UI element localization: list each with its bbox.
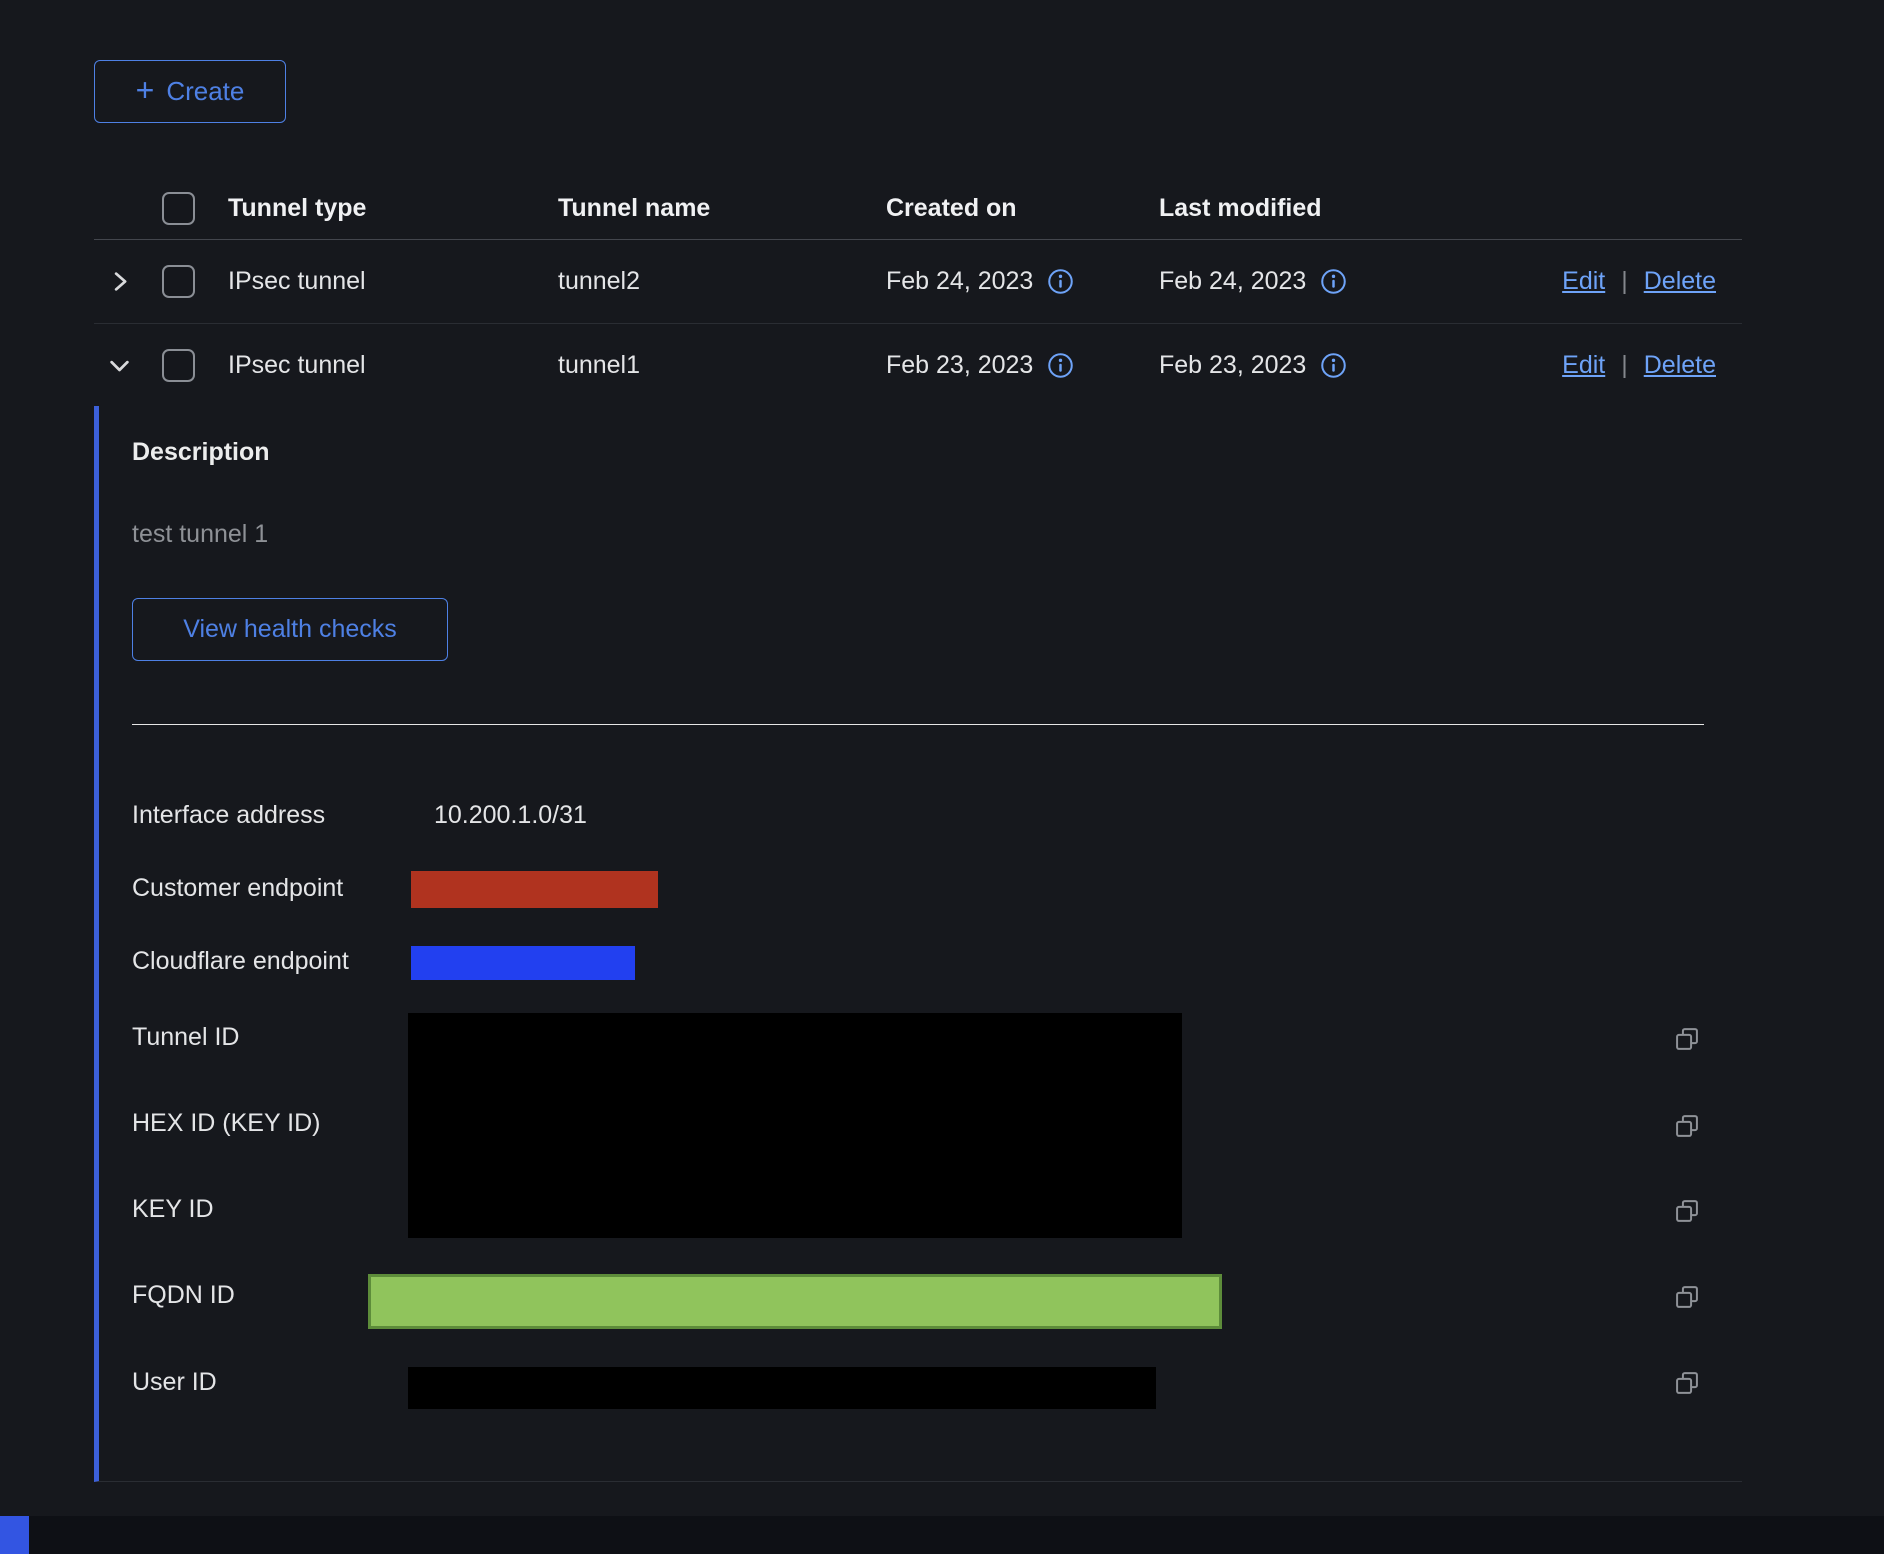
column-header-last-modified: Last modified	[1159, 194, 1540, 223]
row-checkbox[interactable]	[162, 265, 195, 298]
view-health-checks-button[interactable]: View health checks	[132, 598, 448, 661]
tunnel-name-cell: tunnel1	[558, 351, 886, 380]
copy-icon[interactable]	[1673, 1369, 1701, 1402]
ids-redacted-value	[408, 1013, 1182, 1238]
edit-link[interactable]: Edit	[1562, 267, 1605, 296]
bottom-bar	[0, 1516, 1884, 1554]
description-heading: Description	[132, 438, 270, 467]
info-icon[interactable]	[1320, 268, 1347, 295]
cloudflare-endpoint-label: Cloudflare endpoint	[132, 947, 349, 976]
delete-link[interactable]: Delete	[1644, 267, 1716, 296]
tunnel-detail-panel: Description test tunnel 1 View health ch…	[94, 406, 1742, 1482]
copy-icon[interactable]	[1673, 1283, 1701, 1316]
select-all-checkbox[interactable]	[162, 192, 195, 225]
column-header-created-on: Created on	[886, 194, 1159, 223]
column-header-tunnel-name: Tunnel name	[558, 194, 886, 223]
chevron-right-icon[interactable]	[106, 268, 133, 295]
customer-endpoint-redacted-value	[411, 871, 658, 908]
fqdn-id-label: FQDN ID	[132, 1281, 235, 1310]
table-row-tunnel2: IPsec tunnel tunnel2 Feb 24, 2023 Feb 24…	[94, 240, 1742, 324]
cloudflare-endpoint-redacted-value	[411, 946, 635, 980]
action-separator: |	[1621, 267, 1628, 296]
create-button[interactable]: + Create	[94, 60, 286, 123]
chevron-down-icon[interactable]	[106, 352, 133, 379]
fqdn-id-redacted-value	[368, 1274, 1222, 1329]
tunnel-type-cell: IPsec tunnel	[228, 267, 558, 296]
last-modified-cell: Feb 23, 2023	[1159, 351, 1306, 380]
column-header-tunnel-type: Tunnel type	[228, 194, 558, 223]
customer-endpoint-label: Customer endpoint	[132, 874, 343, 903]
row-checkbox[interactable]	[162, 349, 195, 382]
tunnel-id-label: Tunnel ID	[132, 1023, 239, 1052]
create-button-label: Create	[166, 76, 244, 107]
copy-icon[interactable]	[1673, 1112, 1701, 1145]
divider	[132, 724, 1704, 725]
hex-id-label: HEX ID (KEY ID)	[132, 1109, 320, 1138]
description-value: test tunnel 1	[132, 520, 268, 549]
info-icon[interactable]	[1320, 352, 1347, 379]
tunnels-page: + Create Tunnel type Tunnel name Created…	[0, 0, 1884, 1554]
interface-address-value: 10.200.1.0/31	[434, 801, 587, 830]
plus-icon: +	[136, 74, 155, 106]
info-icon[interactable]	[1047, 352, 1074, 379]
user-id-redacted-value	[408, 1367, 1156, 1409]
copy-icon[interactable]	[1673, 1197, 1701, 1230]
tunnel-name-cell: tunnel2	[558, 267, 886, 296]
copy-icon[interactable]	[1673, 1025, 1701, 1058]
action-separator: |	[1621, 351, 1628, 380]
bottom-accent-block	[0, 1516, 29, 1554]
user-id-label: User ID	[132, 1368, 217, 1397]
table-header: Tunnel type Tunnel name Created on Last …	[94, 177, 1742, 240]
created-on-cell: Feb 23, 2023	[886, 351, 1033, 380]
info-icon[interactable]	[1047, 268, 1074, 295]
table-row-tunnel1: IPsec tunnel tunnel1 Feb 23, 2023 Feb 23…	[94, 324, 1742, 406]
created-on-cell: Feb 24, 2023	[886, 267, 1033, 296]
interface-address-label: Interface address	[132, 801, 325, 830]
last-modified-cell: Feb 24, 2023	[1159, 267, 1306, 296]
edit-link[interactable]: Edit	[1562, 351, 1605, 380]
delete-link[interactable]: Delete	[1644, 351, 1716, 380]
tunnel-type-cell: IPsec tunnel	[228, 351, 558, 380]
key-id-label: KEY ID	[132, 1195, 214, 1224]
